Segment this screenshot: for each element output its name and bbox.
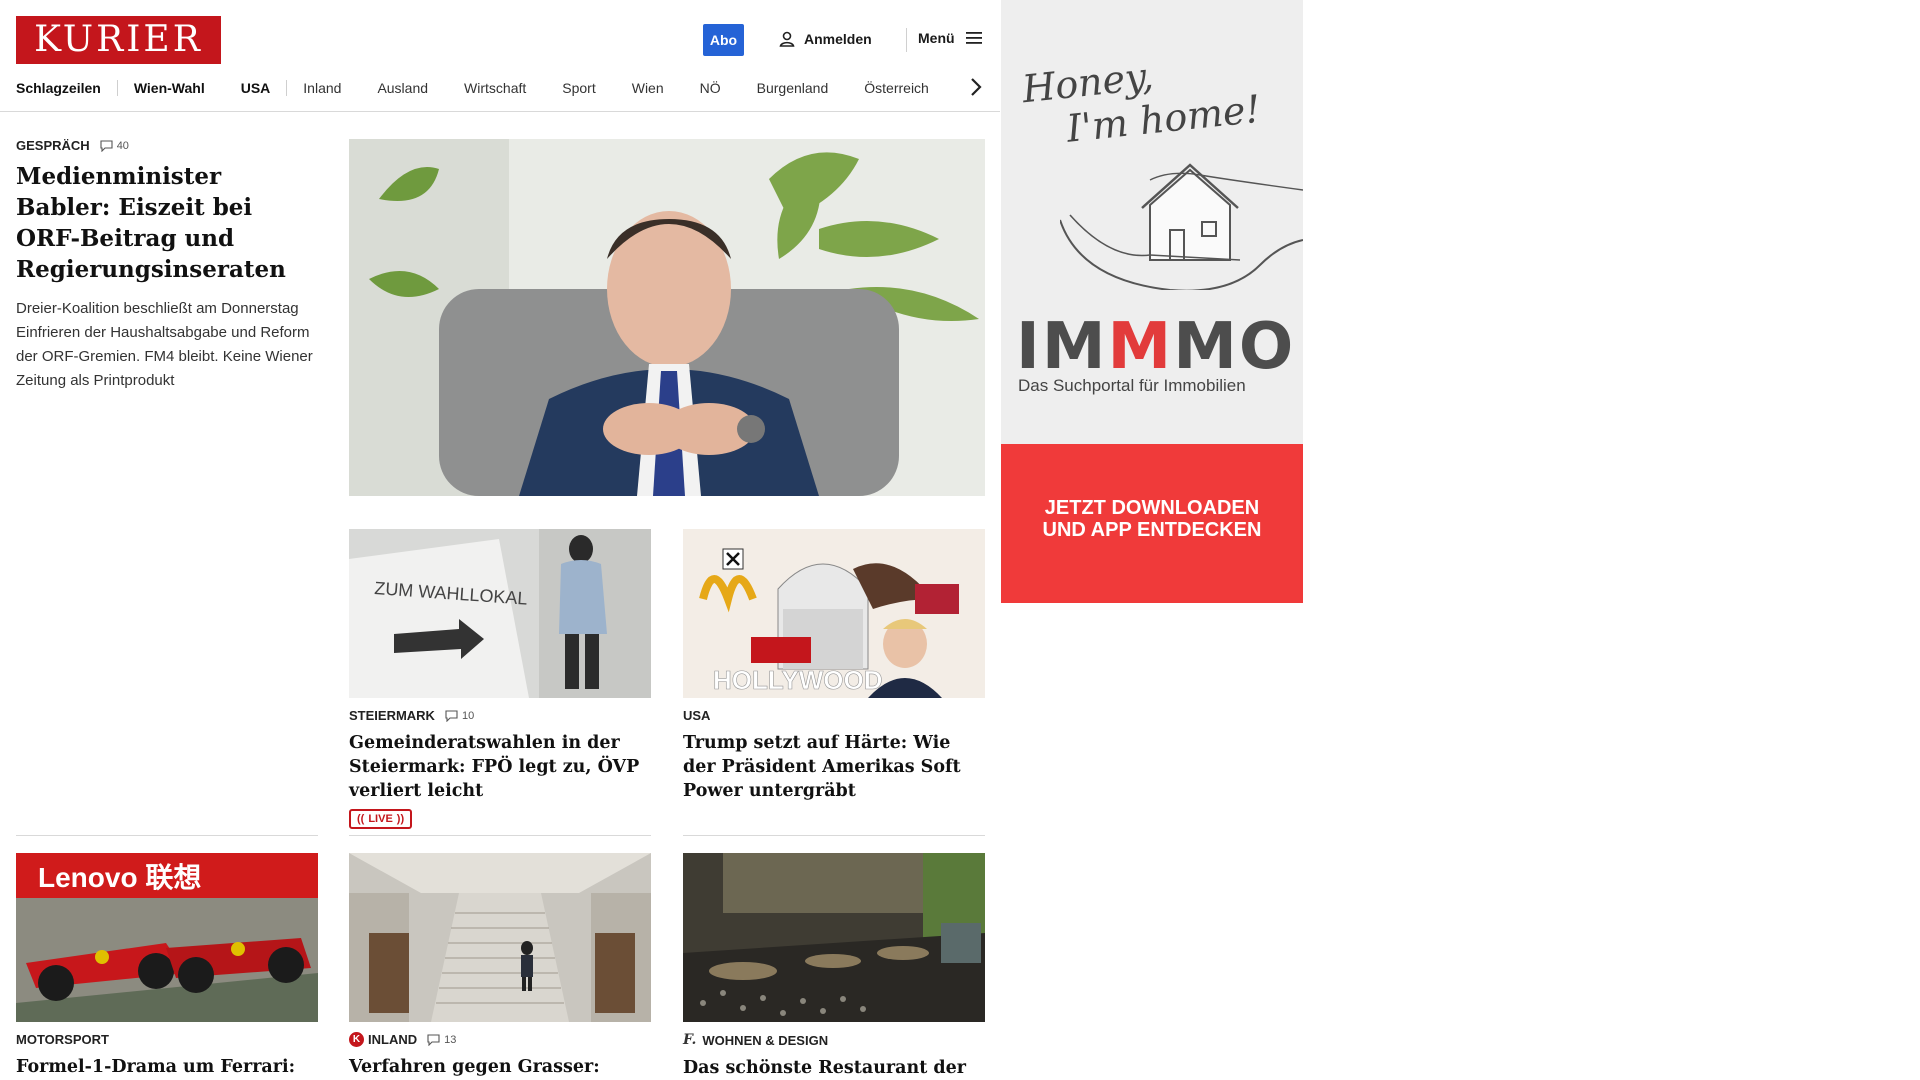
comment-icon [100, 139, 113, 152]
card-image[interactable]: Lenovo 联想 [16, 853, 318, 1022]
menu-button[interactable]: Menü [918, 30, 983, 46]
article-card[interactable]: K INLAND 13 Verfahren gegen Grasser: War… [349, 853, 651, 1080]
card-kicker-label: STEIERMARK [349, 708, 435, 723]
live-signal-icon: (( [357, 813, 365, 825]
card-headline[interactable]: Das schönste Restaurant der Welt ist in … [683, 1056, 985, 1080]
article-card[interactable]: Lenovo 联想 MOTORSPORT Formel-1-Drama um F… [16, 853, 318, 1080]
card-image[interactable] [683, 853, 985, 1022]
card-headline[interactable]: Trump setzt auf Härte: Wie der Präsident… [683, 731, 985, 803]
comment-count[interactable]: 40 [100, 140, 129, 152]
comment-icon [445, 709, 458, 722]
card-headline[interactable]: Formel-1-Drama um Ferrari: Hamilton und … [16, 1055, 318, 1080]
live-label: LIVE [368, 813, 393, 825]
nav-item-inland[interactable]: Inland [303, 80, 341, 96]
lead-summary: Dreier-Koalition beschließt am Donnersta… [16, 300, 313, 389]
nav-item-ausland[interactable]: Ausland [377, 80, 428, 96]
comment-count[interactable]: 13 [427, 1034, 456, 1046]
restaurant-photo [683, 853, 985, 1022]
card-kicker-label: MOTORSPORT [16, 1032, 109, 1047]
lead-kicker: GESPRÄCH 40 [16, 138, 318, 153]
nav-item-wirtschaft[interactable]: Wirtschaft [464, 80, 526, 96]
login-button[interactable]: Anmelden [778, 30, 872, 48]
card-kicker: STEIERMARK 10 [349, 708, 651, 723]
card-kicker-label: USA [683, 708, 711, 723]
site-header: KURIER Abo Anmelden Menü Schlagzeilen Wi… [0, 0, 1000, 112]
courthouse-stairs-photo [349, 853, 651, 1022]
ad-cta-line2: UND APP ENTDECKEN [1042, 519, 1262, 541]
nav-divider [116, 80, 118, 96]
comment-count[interactable]: 10 [445, 710, 474, 722]
ad-brand-part: MO [1173, 310, 1296, 384]
user-icon [779, 31, 795, 47]
divider [683, 835, 985, 836]
chevron-right-icon[interactable] [966, 76, 986, 98]
divider [349, 835, 651, 836]
nav-item-noe[interactable]: NÖ [700, 80, 721, 96]
card-kicker-label: INLAND [368, 1032, 418, 1047]
nav-item-usa[interactable]: USA [241, 80, 271, 96]
card-kicker: f. WOHNEN & DESIGN [683, 1032, 985, 1048]
kurier-plus-badge: K [349, 1032, 364, 1047]
card-kicker: MOTORSPORT [16, 1032, 318, 1047]
polling-station-photo: ZUM WAHLLOKAL [349, 529, 651, 698]
section-nav: Schlagzeilen Wien-Wahl USA Inland Auslan… [16, 78, 929, 98]
menu-label: Menü [918, 30, 955, 46]
image-hollywood-text: HOLLYWOOD [713, 665, 882, 695]
abo-button[interactable]: Abo [703, 24, 744, 56]
collage-photo: HOLLYWOOD [683, 529, 985, 698]
comment-icon [427, 1033, 440, 1046]
card-headline[interactable]: Gemeinderatswahlen in der Steiermark: FP… [349, 731, 651, 803]
card-kicker: USA [683, 708, 985, 723]
ad-brand-part: IM [1016, 310, 1108, 384]
live-badge: (( LIVE )) [349, 809, 413, 829]
card-kicker: K INLAND 13 [349, 1032, 651, 1047]
ad-cta-button[interactable]: JETZT DOWNLOADEN UND APP ENTDECKEN [1001, 497, 1303, 541]
card-headline[interactable]: Verfahren gegen Grasser: Warum hat das s… [349, 1055, 651, 1080]
nav-item-burgenland[interactable]: Burgenland [757, 80, 829, 96]
comment-count-value: 40 [116, 139, 129, 152]
card-kicker-label: WOHNEN & DESIGN [702, 1032, 829, 1048]
article-card[interactable]: f. WOHNEN & DESIGN Das schönste Restaura… [683, 853, 985, 1080]
lead-image[interactable] [349, 139, 985, 496]
nav-item-wien[interactable]: Wien [632, 80, 664, 96]
ad-brand-accent: M [1107, 310, 1174, 384]
ad-cta-line1: JETZT DOWNLOADEN [1044, 497, 1260, 519]
image-banner-text: Lenovo 联想 [38, 862, 201, 893]
nav-divider [286, 80, 288, 96]
nav-item-schlagzeilen[interactable]: Schlagzeilen [16, 80, 101, 96]
kurier-logo[interactable]: KURIER [16, 16, 221, 64]
portrait-photo [349, 139, 985, 496]
login-label: Anmelden [804, 31, 872, 47]
ad-brand-logo: IMMMO [1016, 310, 1295, 384]
nav-item-wien-wahl[interactable]: Wien-Wahl [134, 80, 205, 96]
live-signal-icon: )) [396, 813, 405, 825]
freizeit-badge: f. [683, 1032, 697, 1048]
hamburger-icon [965, 32, 982, 44]
lead-headline[interactable]: Medienminister Babler: Eiszeit bei ORF-B… [16, 161, 318, 285]
card-image[interactable] [349, 853, 651, 1022]
comment-count-value: 10 [461, 709, 475, 722]
divider [16, 835, 318, 836]
nav-item-sport[interactable]: Sport [562, 80, 595, 96]
nav-item-oesterreich[interactable]: Österreich [864, 80, 929, 96]
house-in-hand-illustration [1060, 163, 1303, 290]
lead-kicker-label: GESPRÄCH [16, 138, 90, 153]
card-image[interactable]: ZUM WAHLLOKAL [349, 529, 651, 698]
formula-one-photo: Lenovo 联想 [16, 853, 318, 1022]
article-card[interactable]: HOLLYWOOD USA Trump setzt auf Härte: Wie… [683, 529, 985, 803]
lead-story[interactable]: GESPRÄCH 40 Medienminister Babler: Eisze… [16, 138, 318, 393]
article-card[interactable]: ZUM WAHLLOKAL STEIERMARK 10 Gemeinderats… [349, 529, 651, 829]
ad-tagline: Das Suchportal für Immobilien [1018, 376, 1246, 395]
header-divider [906, 28, 907, 52]
card-image[interactable]: HOLLYWOOD [683, 529, 985, 698]
comment-count-value: 13 [444, 1033, 457, 1046]
